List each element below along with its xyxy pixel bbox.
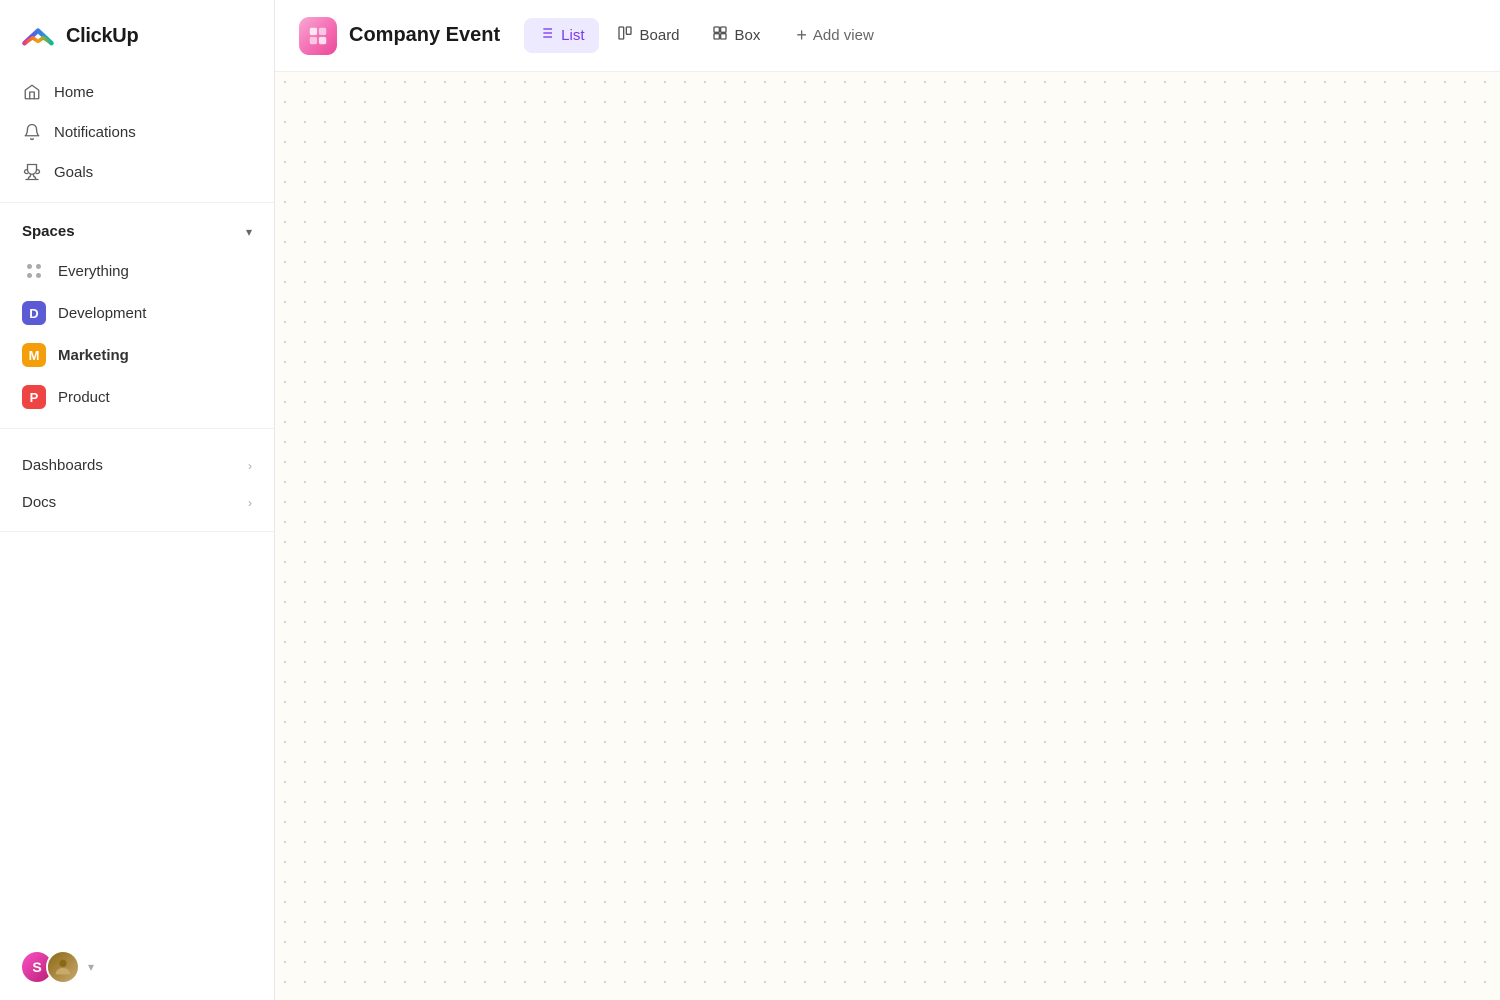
board-icon [617, 25, 633, 46]
dashboards-label: Dashboards [22, 457, 103, 474]
avatar-photo-inner [48, 952, 78, 982]
main-content: Company Event List [275, 0, 1500, 1000]
logo-area[interactable]: ClickUp [0, 0, 274, 72]
product-avatar: P [22, 385, 46, 409]
tab-list[interactable]: List [524, 18, 598, 53]
tab-board-label: Board [640, 27, 680, 44]
tab-board[interactable]: Board [603, 18, 694, 53]
list-icon [538, 25, 554, 46]
tab-list-label: List [561, 27, 584, 44]
view-tabs: List Board [524, 18, 888, 53]
everything-dots-icon [22, 259, 46, 283]
space-items: Everything D Development M Marketing P P… [0, 250, 274, 418]
nav-goals[interactable]: Goals [8, 152, 266, 192]
add-icon: + [796, 25, 807, 46]
bell-icon [22, 122, 42, 142]
spaces-header[interactable]: Spaces ▾ [0, 213, 274, 250]
space-item-development[interactable]: D Development [8, 292, 266, 334]
space-everything-label: Everything [58, 263, 129, 280]
nav-notifications[interactable]: Notifications [8, 112, 266, 152]
home-icon [22, 82, 42, 102]
tab-box-label: Box [735, 27, 761, 44]
tab-box[interactable]: Box [698, 18, 775, 53]
space-item-everything[interactable]: Everything [8, 250, 266, 292]
nav-goals-label: Goals [54, 164, 93, 181]
project-icon [307, 25, 329, 47]
spaces-chevron-icon: ▾ [246, 225, 252, 239]
development-avatar: D [22, 301, 46, 325]
content-area [275, 72, 1500, 1000]
box-icon [712, 25, 728, 46]
section-docs[interactable]: Docs › [8, 484, 266, 521]
spaces-title: Spaces [22, 223, 75, 240]
project-title: Company Event [349, 24, 500, 47]
add-view-label: Add view [813, 27, 874, 44]
nav-home-label: Home [54, 84, 94, 101]
section-nav: Dashboards › Docs › [0, 447, 274, 521]
nav-notifications-label: Notifications [54, 124, 136, 141]
marketing-avatar: M [22, 343, 46, 367]
section-dashboards[interactable]: Dashboards › [8, 447, 266, 484]
avatar-photo [46, 950, 80, 984]
docs-chevron-icon: › [248, 496, 252, 510]
nav-home[interactable]: Home [8, 72, 266, 112]
docs-label: Docs [22, 494, 56, 511]
project-icon-wrapper [299, 17, 337, 55]
clickup-logo-icon [20, 18, 56, 54]
space-product-label: Product [58, 389, 110, 406]
app-name: ClickUp [66, 25, 138, 48]
topbar: Company Event List [275, 0, 1500, 72]
avatar-stack: S [20, 950, 80, 984]
add-view-button[interactable]: + Add view [782, 18, 887, 53]
space-marketing-label: Marketing [58, 347, 129, 364]
space-item-product[interactable]: P Product [8, 376, 266, 418]
divider-2 [0, 428, 274, 429]
trophy-icon [22, 162, 42, 182]
sidebar-footer[interactable]: S ▾ [0, 934, 274, 1000]
divider-3 [0, 531, 274, 532]
sidebar: ClickUp Home Notifications [0, 0, 275, 1000]
space-item-marketing[interactable]: M Marketing [8, 334, 266, 376]
divider-1 [0, 202, 274, 203]
space-development-label: Development [58, 305, 146, 322]
footer-chevron-icon: ▾ [88, 960, 94, 974]
dashboards-chevron-icon: › [248, 459, 252, 473]
nav-items: Home Notifications [0, 72, 274, 192]
